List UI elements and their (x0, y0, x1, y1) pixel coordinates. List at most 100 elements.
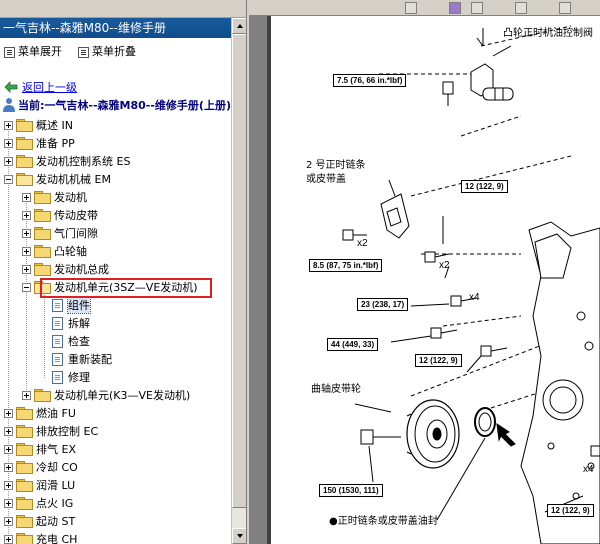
tree-scrollbar[interactable] (231, 18, 246, 544)
tree-item[interactable]: 发动机单元(3SZ—VE发动机) (22, 278, 198, 296)
tree-item-label: 发动机总成 (54, 263, 109, 276)
collapse-menu-label: 菜单折叠 (92, 45, 136, 58)
label-chain-cover-line2: 或皮带盖 (306, 174, 346, 185)
tree-item[interactable]: 修理 (40, 368, 90, 386)
expand-icon[interactable] (4, 516, 13, 526)
engine-exploded-diagram (342, 25, 600, 544)
tree-item[interactable]: 凸轮轴 (22, 242, 87, 260)
tree-item[interactable]: 充电 CH (4, 530, 77, 544)
expand-icon[interactable] (22, 246, 31, 256)
torque-spec-4: 23 (238, 17) (357, 298, 409, 311)
tree-item-label: 组件 (67, 296, 91, 314)
expand-icon[interactable] (22, 210, 31, 220)
current-location: 当前:一气吉林--森雅M80--维修手册(上册) (2, 96, 231, 114)
label-crankshaft-pulley: 曲轴皮带轮 (311, 384, 361, 395)
list-icon (78, 46, 89, 58)
tree-item-label: 点火 IG (36, 497, 74, 510)
torque-spec-8: 12 (122, 9) (547, 504, 594, 517)
folder-icon (16, 425, 33, 438)
expand-menu-button[interactable]: 菜单展开 (4, 42, 62, 62)
expand-icon[interactable] (4, 444, 13, 454)
document-icon (52, 370, 63, 384)
tree-item-label: 凸轮轴 (54, 245, 87, 258)
tree-item[interactable]: 排气 EX (4, 440, 76, 458)
back-link-label: 返回上一级 (22, 81, 77, 94)
expand-icon[interactable] (4, 426, 13, 436)
tree-item-label: 冷却 CO (36, 461, 78, 474)
list-icon (4, 46, 15, 58)
expand-icon[interactable] (4, 120, 13, 130)
tree-item[interactable]: 概述 IN (4, 116, 73, 134)
tree-item[interactable]: 起动 ST (4, 512, 75, 530)
expand-icon[interactable] (22, 264, 31, 274)
collapse-icon[interactable] (4, 174, 13, 184)
torque-spec-7: 150 (1530, 111) (319, 484, 383, 497)
folder-icon (16, 515, 33, 528)
torque-spec-3: 8.5 (87, 75 in.*lbf) (309, 259, 383, 272)
scroll-up-button[interactable] (232, 18, 246, 34)
tree-item-label: 起动 ST (36, 515, 76, 528)
quantity-x2-cover-bolt: x2 (439, 260, 450, 271)
tree-item[interactable]: 发动机总成 (22, 260, 109, 278)
tree-item[interactable]: 发动机 (22, 188, 87, 206)
expand-icon[interactable] (22, 390, 31, 400)
tree-item-label: 检查 (68, 335, 90, 348)
tree-item[interactable]: 燃油 FU (4, 404, 76, 422)
tree-item[interactable]: 组件 (40, 296, 91, 314)
folder-icon (34, 209, 51, 222)
expand-icon[interactable] (4, 534, 13, 544)
viewer-toolbar (249, 0, 600, 16)
expand-icon[interactable] (22, 228, 31, 238)
scrollbar-thumb[interactable] (232, 34, 246, 508)
label-chain-cover-line1: 2 号正时链条 (306, 160, 366, 171)
expand-icon[interactable] (4, 480, 13, 490)
current-location-label: 当前:一气吉林--森雅M80--维修手册(上册) (18, 99, 231, 112)
tree-item-label: 排放控制 EC (36, 425, 99, 438)
toolbar-button[interactable] (405, 2, 417, 14)
folder-icon (16, 497, 33, 510)
tree-item[interactable]: 润滑 LU (4, 476, 75, 494)
tree-item[interactable]: 准备 PP (4, 134, 75, 152)
folder-icon (16, 119, 33, 132)
scroll-down-button[interactable] (232, 528, 246, 544)
collapse-icon[interactable] (22, 282, 31, 292)
tree-item-label: 燃油 FU (36, 407, 76, 420)
toolbar-button[interactable] (471, 2, 483, 14)
tree-item[interactable]: 气门间隙 (22, 224, 98, 242)
folder-icon (16, 479, 33, 492)
folder-open-icon (16, 173, 33, 186)
tree-item[interactable]: 发动机控制系统 ES (4, 152, 130, 170)
expand-icon[interactable] (4, 498, 13, 508)
user-icon (3, 98, 15, 112)
tree-item-label: 发动机控制系统 ES (36, 155, 131, 168)
folder-icon (16, 155, 33, 168)
torque-spec-6: 12 (122, 9) (415, 354, 462, 367)
tree-item[interactable]: 发动机单元(K3—VE发动机) (22, 386, 190, 404)
quantity-x4-case-bolt-lower: x4 (583, 464, 594, 475)
expand-icon[interactable] (4, 156, 13, 166)
tree-item[interactable]: 发动机机械 EM (4, 170, 111, 188)
tree-item[interactable]: 冷却 CO (4, 458, 78, 476)
tree-item-label: 充电 CH (36, 533, 78, 544)
expand-icon[interactable] (4, 462, 13, 472)
torque-spec-5: 44 (449, 33) (327, 338, 379, 351)
expand-icon[interactable] (4, 138, 13, 148)
toolbar-button[interactable] (515, 2, 527, 14)
tree-item[interactable]: 拆解 (40, 314, 90, 332)
tree-item[interactable]: 排放控制 EC (4, 422, 98, 440)
tree-item[interactable]: 检查 (40, 332, 90, 350)
expand-icon[interactable] (4, 408, 13, 418)
document-viewer: 凸轮正时机油控制阀 2 号正时链条 或皮带盖 曲轴皮带轮 ●正时链条或皮带盖油封… (249, 0, 600, 544)
document-icon (52, 316, 63, 330)
tree-item-label: 准备 PP (36, 137, 75, 150)
tree-item[interactable]: 重新装配 (40, 350, 112, 368)
tree-item[interactable]: 点火 IG (4, 494, 73, 512)
back-arrow-icon (4, 81, 18, 93)
back-link[interactable]: 返回上一级 (4, 78, 77, 96)
toolbar-button[interactable] (559, 2, 571, 14)
toolbar-button[interactable] (449, 2, 461, 14)
collapse-menu-button[interactable]: 菜单折叠 (78, 42, 136, 62)
tree-item[interactable]: 传动皮带 (22, 206, 98, 224)
expand-icon[interactable] (22, 192, 31, 202)
folder-icon (16, 443, 33, 456)
